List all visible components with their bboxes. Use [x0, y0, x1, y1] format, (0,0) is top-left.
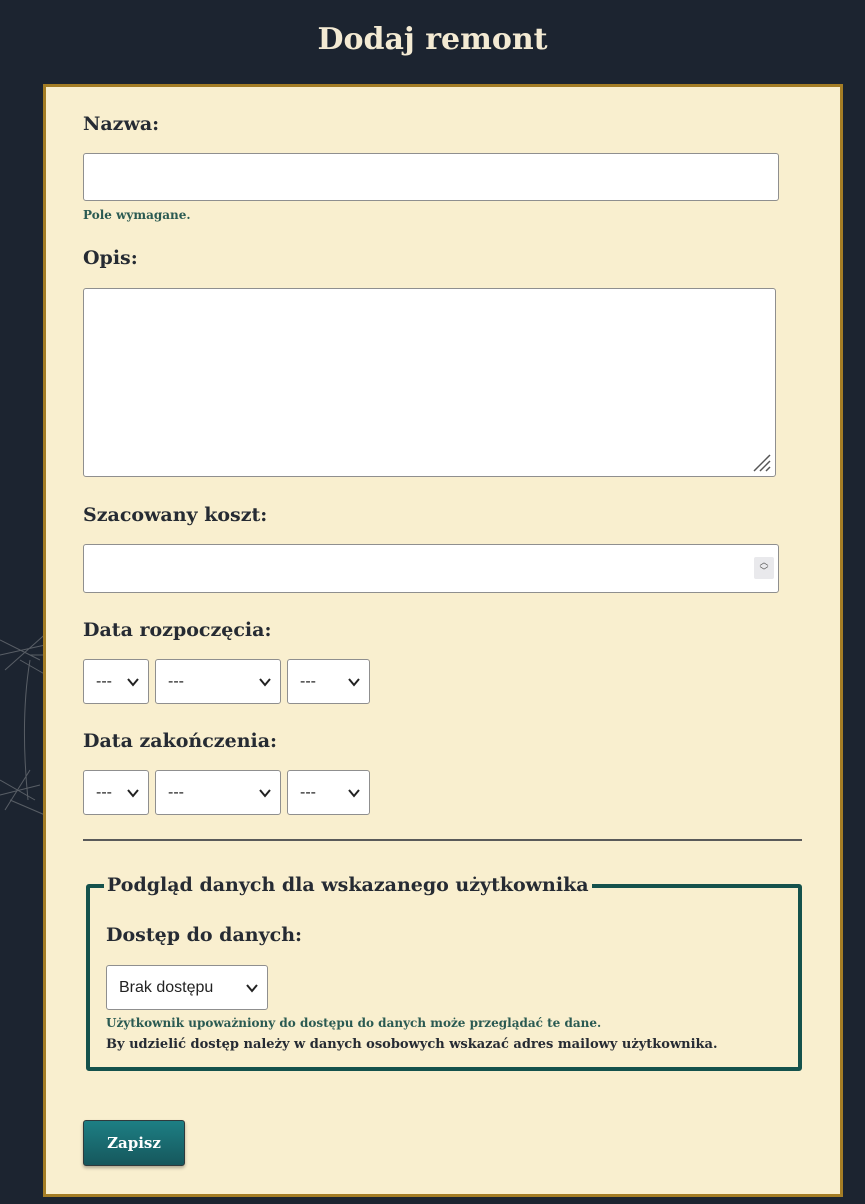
start-month-select[interactable]: --- — [155, 659, 281, 704]
spinner-down-icon[interactable]: ﹀ — [759, 568, 768, 577]
end-day-select[interactable]: --- — [83, 770, 149, 815]
access-note-text: By udzielić dostęp należy w danych osobo… — [106, 1037, 718, 1052]
end-month-select[interactable]: --- — [155, 770, 281, 815]
name-help-text: Pole wymagane. — [83, 208, 191, 222]
name-input[interactable] — [83, 153, 779, 201]
name-label: Nazwa: — [83, 113, 160, 135]
access-help-text: Użytkownik upoważniony do dostępu do dan… — [106, 1016, 602, 1030]
cost-label: Szacowany koszt: — [83, 504, 268, 526]
save-button[interactable]: Zapisz — [83, 1120, 185, 1166]
sharing-legend: Podgląd danych dla wskazanego użytkownik… — [104, 874, 592, 896]
cost-input[interactable] — [83, 544, 779, 593]
start-day-value: --- — [96, 672, 112, 690]
chevron-down-icon — [246, 984, 258, 993]
access-label: Dostęp do danych: — [106, 924, 303, 946]
start-year-value: --- — [300, 672, 316, 690]
chevron-down-icon — [348, 789, 360, 798]
chevron-down-icon — [348, 678, 360, 687]
chevron-down-icon — [127, 678, 139, 687]
description-textarea[interactable] — [83, 288, 776, 477]
access-value: Brak dostępu — [119, 978, 214, 996]
page-title: Dodaj remont — [317, 22, 548, 57]
start-date-label: Data rozpoczęcia: — [83, 619, 272, 641]
end-month-value: --- — [168, 783, 184, 801]
end-year-select[interactable]: --- — [287, 770, 370, 815]
end-year-value: --- — [300, 783, 316, 801]
access-select[interactable]: Brak dostępu — [106, 965, 268, 1010]
form-card: Nazwa: Pole wymagane. Opis: Szacowany ko… — [43, 84, 843, 1197]
start-day-select[interactable]: --- — [83, 659, 149, 704]
cost-spinner[interactable]: ︿ ﹀ — [754, 557, 774, 579]
end-date-label: Data zakończenia: — [83, 730, 278, 752]
start-year-select[interactable]: --- — [287, 659, 370, 704]
resize-grip-icon[interactable] — [750, 451, 772, 473]
chevron-down-icon — [259, 678, 271, 687]
start-month-value: --- — [168, 672, 184, 690]
chevron-down-icon — [259, 789, 271, 798]
description-label: Opis: — [83, 247, 138, 269]
end-day-value: --- — [96, 783, 112, 801]
section-divider — [83, 839, 802, 841]
chevron-down-icon — [127, 789, 139, 798]
